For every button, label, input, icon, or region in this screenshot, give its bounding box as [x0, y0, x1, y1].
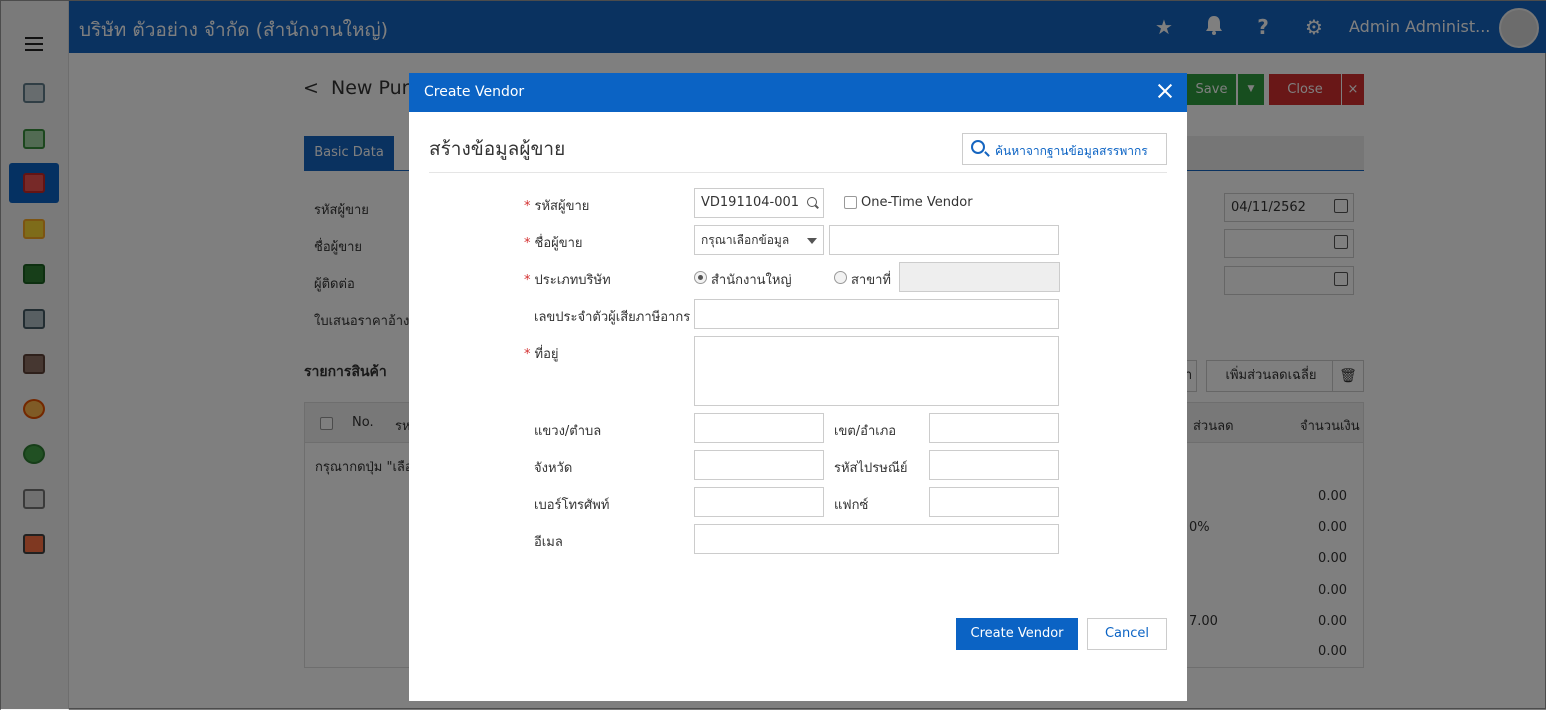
- branch-label: สาขาที่: [851, 273, 891, 288]
- email-input[interactable]: [694, 524, 1059, 554]
- search-icon[interactable]: [807, 197, 817, 207]
- required-mark: *: [524, 199, 531, 214]
- fax-label: แฟกซ์: [834, 498, 869, 513]
- modal-heading: สร้างข้อมูลผู้ขาย: [429, 138, 566, 160]
- one-time-vendor-label: One-Time Vendor: [861, 195, 973, 210]
- create-vendor-button[interactable]: Create Vendor: [956, 618, 1078, 650]
- fax-input[interactable]: [929, 487, 1059, 517]
- one-time-vendor-checkbox[interactable]: [844, 196, 857, 209]
- cancel-button[interactable]: Cancel: [1087, 618, 1167, 650]
- district-label: เขต/อำเภอ: [834, 424, 897, 439]
- postcode-input[interactable]: [929, 450, 1059, 480]
- address-label: * ที่อยู่: [524, 347, 559, 362]
- phone-input[interactable]: [694, 487, 824, 517]
- head-office-label: สำนักงานใหญ่: [711, 273, 792, 288]
- branch-radio[interactable]: [834, 271, 847, 284]
- postcode-label: รหัสไปรษณีย์: [834, 461, 908, 476]
- branch-number-input: [899, 262, 1060, 292]
- vendor-name-label: * ชื่อผู้ขาย: [524, 236, 583, 251]
- vendor-code-input[interactable]: VD191104-001: [694, 188, 824, 218]
- province-label: จังหวัด: [534, 461, 573, 476]
- search-revenue-db-button[interactable]: ค้นหาจากฐานข้อมูลสรรพากร: [962, 133, 1167, 165]
- modal-header: Create Vendor: [409, 73, 1187, 112]
- vendor-name-select[interactable]: กรุณาเลือกข้อมูล: [694, 225, 824, 255]
- vendor-code-label: * รหัสผู้ขาย: [524, 199, 590, 214]
- close-icon[interactable]: [1155, 81, 1175, 101]
- tax-id-label: เลขประจำตัวผู้เสียภาษีอากร: [534, 310, 691, 325]
- modal-title: Create Vendor: [424, 84, 525, 100]
- vendor-name-input[interactable]: [829, 225, 1059, 255]
- caret-down-icon: [807, 238, 817, 244]
- phone-label: เบอร์โทรศัพท์: [534, 498, 610, 513]
- head-office-radio[interactable]: [694, 271, 707, 284]
- required-mark: *: [524, 347, 531, 362]
- search-icon: [971, 140, 985, 154]
- required-mark: *: [524, 273, 531, 288]
- subdistrict-input[interactable]: [694, 413, 824, 443]
- province-input[interactable]: [694, 450, 824, 480]
- email-label: อีเมล: [534, 535, 563, 550]
- tax-id-input[interactable]: [694, 299, 1059, 329]
- address-textarea[interactable]: [694, 336, 1059, 406]
- create-vendor-modal: Create Vendor สร้างข้อมูลผู้ขาย ค้นหาจาก…: [409, 73, 1187, 701]
- search-revenue-db-label: ค้นหาจากฐานข้อมูลสรรพากร: [995, 144, 1148, 158]
- subdistrict-label: แขวง/ตำบล: [534, 424, 602, 439]
- divider: [429, 172, 1167, 173]
- company-type-label: * ประเภทบริษัท: [524, 273, 611, 288]
- required-mark: *: [524, 236, 531, 251]
- district-input[interactable]: [929, 413, 1059, 443]
